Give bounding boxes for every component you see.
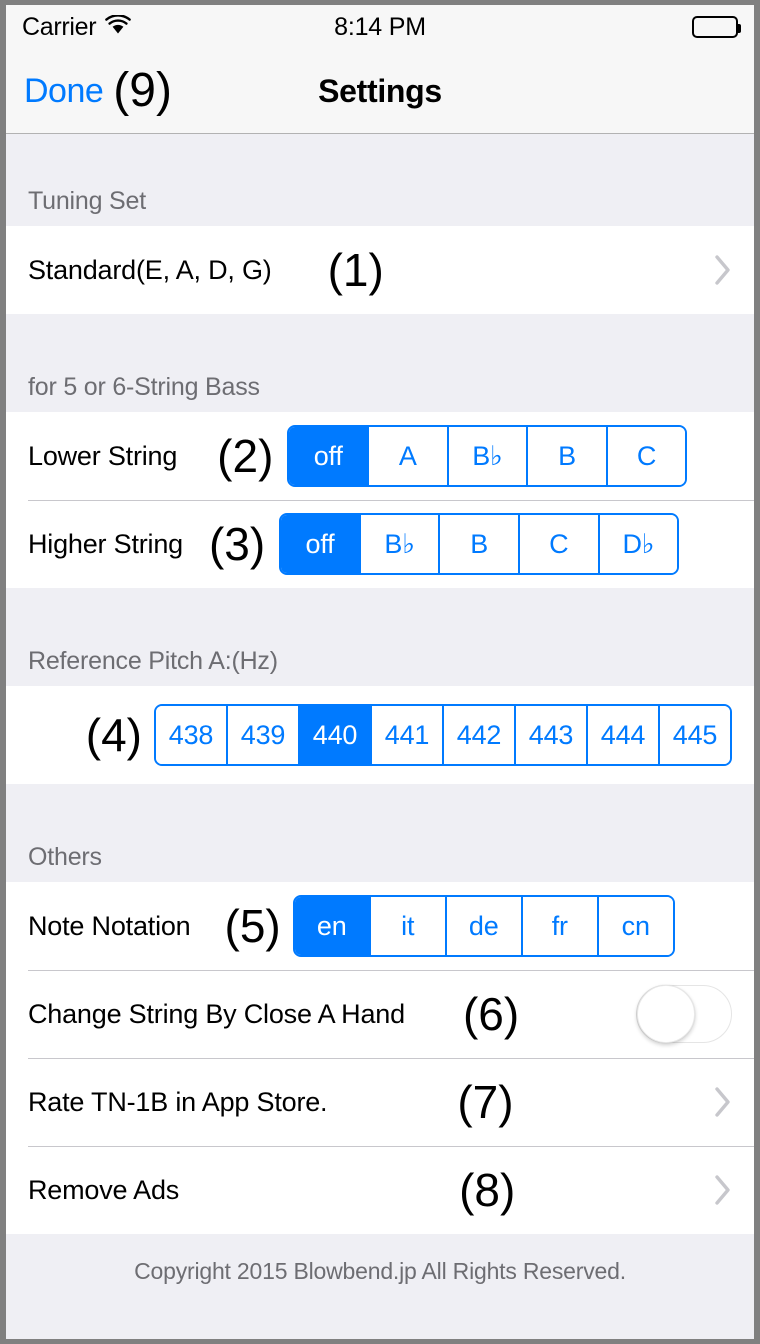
segment-higher-string-0[interactable]: off <box>281 515 359 573</box>
segment-notation-fr[interactable]: fr <box>520 897 597 955</box>
segment-pitch-439[interactable]: 439 <box>226 706 298 764</box>
cell-group-bass-strings: Lower String (2) off A B♭ B C Higher Str… <box>6 412 754 588</box>
cell-group-reference-pitch: (4) 438 439 440 441 442 443 444 445 <box>6 686 754 784</box>
annotation-1: (1) <box>327 244 384 296</box>
segmented-control-higher-string[interactable]: off B♭ B C D♭ <box>279 513 680 575</box>
section-header-tuning-set: Tuning Set <box>6 134 754 226</box>
row-lower-string: Lower String (2) off A B♭ B C <box>6 412 754 500</box>
segment-notation-it[interactable]: it <box>368 897 445 955</box>
row-change-string-label: Change String By Close A Hand <box>28 998 405 1029</box>
row-lower-string-label: Lower String <box>28 440 178 471</box>
status-bar-left: Carrier <box>22 12 132 42</box>
row-remove-ads[interactable]: Remove Ads (8) <box>6 1146 754 1234</box>
row-rate-app-label: Rate TN-1B in App Store. <box>28 1086 328 1117</box>
app-screen: Carrier 8:14 PM Done (9) Settings Tuning… <box>6 5 754 1339</box>
segment-pitch-438[interactable]: 438 <box>156 706 226 764</box>
annotation-5: (5) <box>224 900 281 952</box>
page-title: Settings <box>318 72 442 109</box>
segment-pitch-443[interactable]: 443 <box>514 706 586 764</box>
segment-lower-string-4[interactable]: C <box>605 427 686 485</box>
settings-table: Tuning Set Standard(E, A, D, G) (1) for … <box>6 134 754 1285</box>
row-higher-string-label: Higher String <box>28 528 183 559</box>
status-bar: Carrier 8:14 PM <box>6 5 754 49</box>
wifi-icon <box>105 13 132 40</box>
segment-higher-string-3[interactable]: C <box>518 515 598 573</box>
chevron-right-icon <box>715 1175 730 1205</box>
section-header-bass-strings: for 5 or 6-String Bass <box>6 314 754 412</box>
chevron-right-icon <box>715 1087 730 1117</box>
segment-lower-string-1[interactable]: A <box>367 427 447 485</box>
chevron-right-icon <box>715 255 730 285</box>
annotation-8: (8) <box>459 1164 516 1216</box>
toggle-knob <box>637 985 695 1043</box>
carrier-label: Carrier <box>22 12 97 41</box>
annotation-7: (7) <box>457 1076 514 1128</box>
segment-notation-cn[interactable]: cn <box>596 897 673 955</box>
row-tuning-set[interactable]: Standard(E, A, D, G) (1) <box>6 226 754 314</box>
segmented-control-reference-pitch[interactable]: 438 439 440 441 442 443 444 445 <box>154 704 732 766</box>
segment-lower-string-2[interactable]: B♭ <box>446 427 527 485</box>
segment-pitch-440[interactable]: 440 <box>298 706 370 764</box>
change-string-toggle[interactable] <box>636 985 732 1043</box>
annotation-6: (6) <box>462 988 520 1040</box>
row-note-notation-label: Note Notation <box>28 910 191 941</box>
row-reference-pitch: (4) 438 439 440 441 442 443 444 445 <box>6 686 754 784</box>
device-frame: Carrier 8:14 PM Done (9) Settings Tuning… <box>0 0 760 1344</box>
section-header-reference-pitch: Reference Pitch A:(Hz) <box>6 588 754 686</box>
cell-group-others: Note Notation (5) en it de fr cn Change … <box>6 882 754 1234</box>
status-bar-right <box>692 16 741 38</box>
annotation-3: (3) <box>208 518 266 570</box>
segment-higher-string-4[interactable]: D♭ <box>597 515 678 573</box>
navigation-bar: Done (9) Settings <box>6 49 754 134</box>
row-higher-string: Higher String (3) off B♭ B C D♭ <box>6 500 754 588</box>
row-rate-app[interactable]: Rate TN-1B in App Store. (7) <box>6 1058 754 1146</box>
annotation-9: (9) <box>113 64 172 117</box>
cell-group-tuning-set: Standard(E, A, D, G) (1) <box>6 226 754 314</box>
segment-lower-string-3[interactable]: B <box>526 427 606 485</box>
segment-pitch-442[interactable]: 442 <box>442 706 514 764</box>
segmented-control-note-notation[interactable]: en it de fr cn <box>292 895 675 957</box>
segmented-control-lower-string[interactable]: off A B♭ B C <box>287 425 688 487</box>
segment-higher-string-2[interactable]: B <box>438 515 518 573</box>
battery-icon <box>692 16 741 38</box>
segment-notation-en[interactable]: en <box>294 897 369 955</box>
battery-cap <box>737 24 741 33</box>
footer-copyright: Copyright 2015 Blowbend.jp All Rights Re… <box>6 1234 754 1285</box>
row-tuning-set-label: Standard(E, A, D, G) <box>28 254 272 285</box>
segment-pitch-445[interactable]: 445 <box>658 706 730 764</box>
row-remove-ads-label: Remove Ads <box>28 1174 180 1205</box>
segment-pitch-444[interactable]: 444 <box>586 706 658 764</box>
annotation-2: (2) <box>217 430 274 482</box>
segment-higher-string-1[interactable]: B♭ <box>358 515 439 573</box>
segment-pitch-441[interactable]: 441 <box>370 706 442 764</box>
row-change-string-by-close-a-hand: Change String By Close A Hand (6) <box>6 970 754 1058</box>
section-header-others: Others <box>6 784 754 882</box>
annotation-4: (4) <box>85 709 142 761</box>
segment-notation-de[interactable]: de <box>444 897 521 955</box>
done-button[interactable]: Done <box>24 72 104 111</box>
row-note-notation: Note Notation (5) en it de fr cn <box>6 882 754 970</box>
segment-lower-string-0[interactable]: off <box>289 427 367 485</box>
